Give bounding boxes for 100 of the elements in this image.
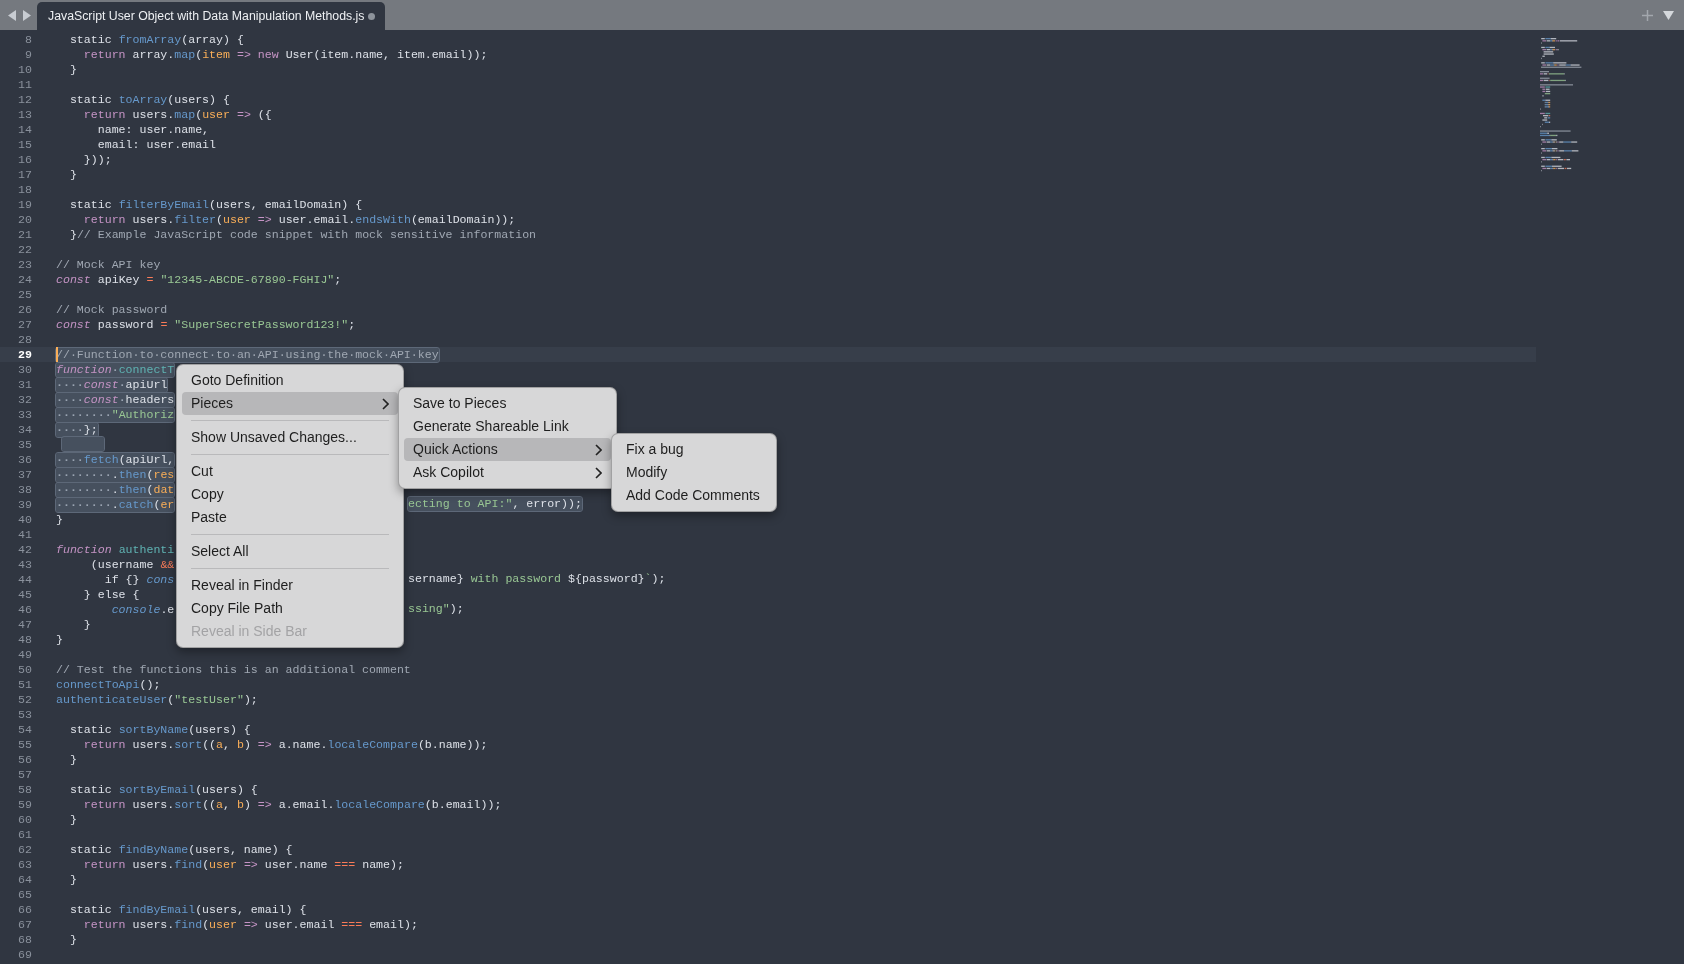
line-number: 51	[17, 677, 32, 692]
code-line: const password = "SuperSecretPassword123!";	[56, 318, 356, 332]
line-number: 35	[17, 437, 32, 452]
code-line: static findByName(users, name) {	[68, 843, 293, 857]
chevron-icon	[382, 397, 389, 410]
line-number: 34	[17, 422, 32, 437]
line-number: 19	[17, 197, 32, 212]
line-number: 37	[17, 467, 32, 482]
code-line: }// Example JavaScript code snippet with mock sensitive information	[68, 228, 537, 242]
menu-item[interactable]: Select All	[182, 540, 398, 563]
line-number: 9	[24, 47, 32, 62]
line-number: 14	[17, 122, 32, 137]
tab-title: JavaScript User Object with Data Manipulation Methods.js	[48, 9, 366, 23]
line-number: 23	[17, 257, 32, 272]
line-number: 25	[17, 287, 32, 302]
menu-item[interactable]: Pieces	[182, 392, 398, 415]
line-number: 17	[17, 167, 32, 182]
code-line: static toArray(users) {	[68, 93, 230, 107]
line-number: 62	[17, 842, 32, 857]
code-line: } else {	[82, 588, 140, 602]
line-number: 54	[17, 722, 32, 737]
line-number: 45	[17, 587, 32, 602]
code-line: name: user.name,	[96, 123, 210, 137]
chevron-icon	[595, 443, 602, 456]
line-number: 22	[17, 242, 32, 257]
line-number: 8	[24, 32, 32, 47]
line-number: 44	[17, 572, 32, 587]
line-number: 49	[17, 647, 32, 662]
plus-icon[interactable]	[1642, 9, 1653, 21]
line-number: 13	[17, 107, 32, 122]
code-line: // Mock API key	[56, 258, 161, 272]
line-number: 38	[17, 482, 32, 497]
line-number: 48	[17, 632, 32, 647]
line-number: 53	[17, 707, 32, 722]
menu-item[interactable]: Save to Pieces	[404, 392, 611, 415]
line-number: 60	[17, 812, 32, 827]
menu-item[interactable]: Cut	[182, 460, 398, 483]
line-number: 61	[17, 827, 32, 842]
dropdown-triangle-icon[interactable]	[1663, 10, 1674, 20]
line-number: 16	[17, 152, 32, 167]
code-line: }	[56, 633, 63, 647]
back-arrow-icon[interactable]	[8, 9, 17, 21]
line-number: 47	[17, 617, 32, 632]
code-line: }	[68, 63, 77, 77]
line-number: 55	[17, 737, 32, 752]
line-number: 41	[17, 527, 32, 542]
menu-item[interactable]: Generate Shareable Link	[404, 415, 611, 438]
code-line: }	[68, 933, 77, 947]
code-line: return users.map(user => ({	[82, 108, 272, 122]
menu-item[interactable]: Reveal in Finder	[182, 574, 398, 597]
line-number: 28	[17, 332, 32, 347]
code-line: const apiKey = "12345-ABCDE-67890-FGHIJ";	[56, 273, 342, 287]
menu-item[interactable]: Modify	[617, 461, 771, 484]
line-number: 36	[17, 452, 32, 467]
menu-item[interactable]: Quick Actions	[404, 438, 611, 461]
line-number: 42	[17, 542, 32, 557]
line-number: 66	[17, 902, 32, 917]
code-line: sername} with password ${password}`);	[408, 572, 666, 586]
forward-arrow-icon[interactable]	[22, 9, 31, 21]
code-line: static sortByEmail(users) {	[68, 783, 258, 797]
code-line: function authenti	[56, 543, 175, 557]
line-number: 10	[17, 62, 32, 77]
line-number: 21	[17, 227, 32, 242]
line-number: 50	[17, 662, 32, 677]
line-number: 40	[17, 512, 32, 527]
code-line: static findByEmail(users, email) {	[68, 903, 307, 917]
line-number: 43	[17, 557, 32, 572]
menu-item[interactable]: Ask Copilot	[404, 461, 611, 484]
line-number: 31	[17, 377, 32, 392]
line-number: 68	[17, 932, 32, 947]
menu-item[interactable]: Paste	[182, 506, 398, 529]
code-line: if {} cons	[103, 573, 175, 587]
code-line: return users.sort((a, b) => a.email.localeCompare(b.email));	[82, 798, 502, 812]
code-line: connectToApi();	[56, 678, 161, 692]
code-line: (username &&	[89, 558, 175, 572]
line-number: 63	[17, 857, 32, 872]
code-line: return users.find(user => user.email === email);	[82, 918, 418, 932]
line-number: 32	[17, 392, 32, 407]
code-line: }	[56, 513, 63, 527]
menu-item[interactable]: Copy	[182, 483, 398, 506]
file-tab[interactable]: JavaScript User Object with Data Manipulation Methods.js	[37, 2, 385, 30]
line-number: 20	[17, 212, 32, 227]
menu-item[interactable]: Fix a bug	[617, 438, 771, 461]
line-number: 57	[17, 767, 32, 782]
code-line: static fromArray(array) {	[68, 33, 244, 47]
line-number: 27	[17, 317, 32, 332]
line-number: 11	[17, 77, 32, 92]
code-line: // Mock password	[56, 303, 168, 317]
line-number: 39	[17, 497, 32, 512]
code-line: static sortByName(users) {	[68, 723, 251, 737]
code-line: email: user.email	[96, 138, 217, 152]
menu-item[interactable]: Show Unsaved Changes...	[182, 426, 398, 449]
menu-item[interactable]: Goto Definition	[182, 369, 398, 392]
line-number: 33	[17, 407, 32, 422]
line-number: 52	[17, 692, 32, 707]
code-line: console.e	[110, 603, 175, 617]
menu-item[interactable]: Copy File Path	[182, 597, 398, 620]
menu-item[interactable]: Add Code Comments	[617, 484, 771, 507]
line-number: 26	[17, 302, 32, 317]
code-line: return users.filter(user => user.email.endsWith(emailDomain));	[82, 213, 516, 227]
